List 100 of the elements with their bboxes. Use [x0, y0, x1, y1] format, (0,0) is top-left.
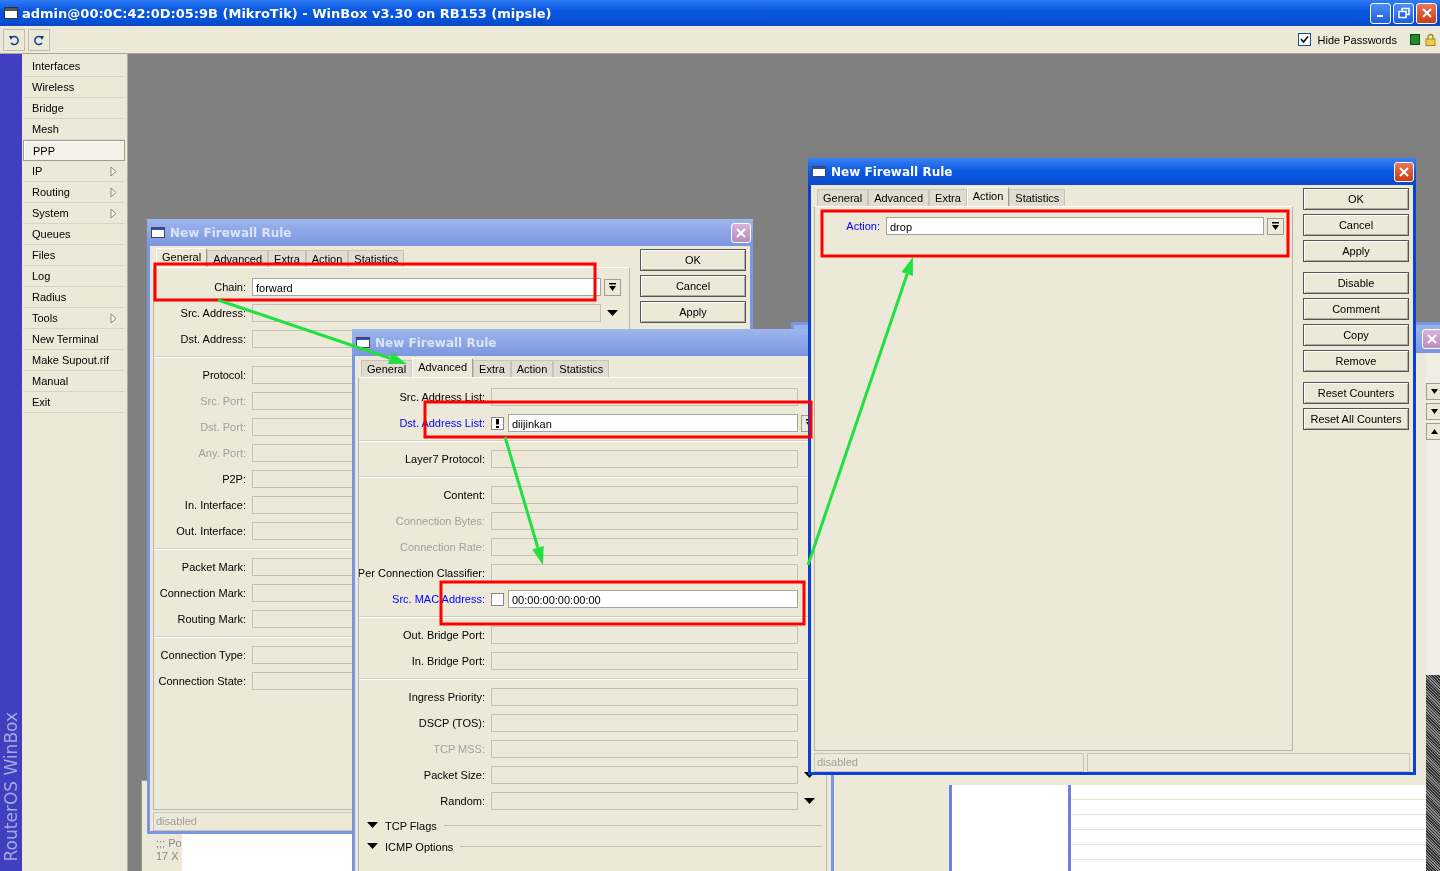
- restore-icon[interactable]: [1397, 7, 1410, 19]
- menu-item[interactable]: Exit: [23, 392, 125, 413]
- scroll-up-button[interactable]: [1426, 423, 1440, 440]
- field-label: TCP MSS:: [433, 743, 485, 755]
- dialog-button[interactable]: Apply: [1303, 240, 1409, 262]
- redo-icon[interactable]: [33, 33, 45, 46]
- caret-icon[interactable]: [1430, 407, 1439, 416]
- input-field[interactable]: [491, 538, 798, 556]
- dropdown-arrow-icon[interactable]: [803, 797, 815, 805]
- undo-icon[interactable]: [8, 33, 20, 46]
- minimize-button[interactable]: [1370, 2, 1391, 24]
- dropdown-button[interactable]: [1266, 217, 1284, 235]
- field-label: Connection Rate:: [400, 541, 485, 553]
- list-row-text: 17 X: [156, 850, 180, 863]
- input-field[interactable]: 00:00:00:00:00:00: [508, 590, 798, 608]
- negation-checkbox[interactable]: [491, 416, 504, 430]
- window-icon: [812, 166, 826, 177]
- field-label: Src. Address List:: [399, 391, 485, 403]
- menu-item[interactable]: Bridge: [23, 98, 125, 119]
- field-label: Layer7 Protocol:: [404, 453, 485, 465]
- negation-checkbox[interactable]: [491, 592, 504, 606]
- field-label: Dst. Address:: [180, 333, 246, 345]
- tab[interactable]: Statistics: [553, 360, 610, 377]
- field-label: Connection Bytes:: [395, 515, 485, 527]
- caret-icon[interactable]: [1270, 221, 1280, 231]
- input-field[interactable]: drop: [886, 217, 1264, 235]
- dropdown-arrow-icon[interactable]: [606, 309, 618, 317]
- dialog-button[interactable]: Cancel: [1303, 214, 1409, 236]
- tab[interactable]: Extra: [473, 360, 511, 377]
- dialog-button[interactable]: Remove: [1303, 350, 1409, 372]
- tab[interactable]: General: [817, 189, 869, 206]
- menu-item[interactable]: Tools: [23, 308, 125, 329]
- menu-item[interactable]: Queues: [23, 224, 125, 245]
- field-label: Out. Bridge Port:: [403, 629, 485, 641]
- dialog-title: New Firewall Rule: [375, 335, 497, 350]
- window-title: admin@00:0C:42:0D:05:9B (MikroTik) - WinBox v3.30 on RB153 (mipsle): [22, 5, 552, 21]
- scroll-down-button[interactable]: [1426, 403, 1440, 420]
- menu-item[interactable]: Make Supout.rif: [23, 350, 125, 371]
- dialog-button[interactable]: Cancel: [640, 275, 746, 297]
- expand-arrow-icon[interactable]: [367, 843, 378, 850]
- expand-arrow-icon[interactable]: [367, 822, 378, 829]
- tab[interactable]: Advanced: [868, 189, 930, 206]
- close-icon[interactable]: [1420, 7, 1433, 19]
- scrollbar-thumb[interactable]: [1426, 675, 1440, 871]
- input-field[interactable]: forward: [252, 278, 601, 296]
- dialog-button[interactable]: Apply: [640, 301, 746, 323]
- close-button[interactable]: [1416, 2, 1437, 24]
- tab[interactable]: Statistics: [1009, 189, 1066, 206]
- dropdown-button[interactable]: [603, 278, 621, 296]
- caret-icon[interactable]: [1430, 427, 1439, 436]
- dialog-button[interactable]: Reset All Counters: [1303, 408, 1409, 430]
- input-field[interactable]: [491, 766, 798, 784]
- field-label: Dst. Port:: [200, 421, 246, 433]
- field-label: Packet Mark:: [181, 561, 246, 573]
- input-field[interactable]: [491, 652, 798, 670]
- dialog-button[interactable]: OK: [640, 249, 746, 271]
- restore-button[interactable]: [1393, 2, 1414, 24]
- field-label: Connection State:: [158, 675, 246, 687]
- menu-item[interactable]: Interfaces: [23, 56, 125, 77]
- menu-item[interactable]: IP: [23, 161, 125, 182]
- tab[interactable]: Extra: [929, 189, 967, 206]
- input-field[interactable]: [491, 564, 798, 582]
- input-field[interactable]: diijinkan: [508, 414, 798, 432]
- caret-icon[interactable]: [607, 282, 617, 292]
- menu-item[interactable]: Log: [23, 266, 125, 287]
- input-field[interactable]: [491, 688, 798, 706]
- exclamation-icon[interactable]: [496, 418, 499, 428]
- menu-item[interactable]: Files: [23, 245, 125, 266]
- field-label: Per Connection Classifier:: [359, 567, 485, 579]
- input-field[interactable]: [491, 626, 798, 644]
- input-field[interactable]: [491, 714, 798, 732]
- caret-icon[interactable]: [1430, 387, 1439, 396]
- menu-item[interactable]: Radius: [23, 287, 125, 308]
- window-icon: [4, 7, 18, 19]
- input-field[interactable]: [491, 486, 798, 504]
- menu-item[interactable]: System: [23, 203, 125, 224]
- menu-item[interactable]: Wireless: [23, 77, 125, 98]
- dialog-button[interactable]: Disable: [1303, 272, 1409, 294]
- field-label: Src. Port:: [200, 395, 246, 407]
- menu-item[interactable]: PPP: [23, 140, 125, 161]
- menu-item[interactable]: Manual: [23, 371, 125, 392]
- dialog-button[interactable]: Comment: [1303, 298, 1409, 320]
- input-field[interactable]: [491, 512, 798, 530]
- input-field[interactable]: [491, 792, 798, 810]
- tab[interactable]: Action: [510, 360, 554, 377]
- menu-item[interactable]: Routing: [23, 182, 125, 203]
- menu-item[interactable]: New Terminal: [23, 329, 125, 350]
- tab[interactable]: General: [361, 360, 413, 377]
- input-field[interactable]: [252, 304, 601, 322]
- input-field[interactable]: [491, 740, 798, 758]
- undo-button[interactable]: [3, 28, 25, 51]
- tab[interactable]: Advanced: [412, 358, 474, 377]
- input-field[interactable]: [491, 450, 798, 468]
- tab[interactable]: Action: [966, 187, 1010, 206]
- dialog-button[interactable]: Copy: [1303, 324, 1409, 346]
- dialog-button[interactable]: OK: [1303, 188, 1409, 210]
- redo-button[interactable]: [28, 28, 50, 51]
- dropdown-button[interactable]: [1426, 383, 1440, 400]
- window-icon: [151, 227, 165, 238]
- dialog-button[interactable]: Reset Counters: [1303, 382, 1409, 404]
